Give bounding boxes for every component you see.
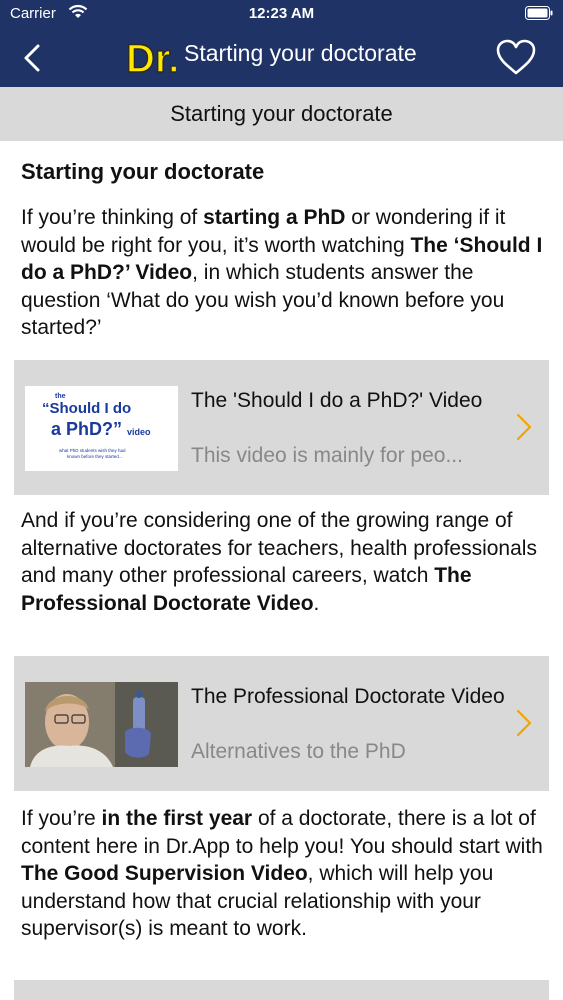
header: Carrier 12:23 AM Dr. Starting your docto… [0,0,563,87]
para3-bold-video-title: The Good Supervision Video [21,862,308,885]
svg-text:known before they started...: known before they started... [67,454,123,459]
back-chevron-icon[interactable] [18,40,46,76]
para2-text: And if you’re considering one of the gro… [21,507,546,617]
intro-paragraph: If you’re thinking of starting a PhD or … [21,204,546,342]
navigation-bar: Dr. Starting your doctorate [0,30,563,87]
video-card-professional-doctorate[interactable]: The Professional Doctorate Video Alterna… [14,656,549,791]
svg-text:the: the [55,393,66,400]
video-card-next-partial[interactable] [14,980,549,1000]
video-card-subtitle: This video is mainly for peo... [191,444,463,467]
intro-bold-starting-phd: starting a PhD [203,206,346,229]
paragraph-professional-doctorate: And if you’re considering one of the gro… [21,507,546,617]
svg-text:video: video [127,427,151,437]
battery-icon [525,6,553,20]
section-subheader: Starting your doctorate [0,87,563,141]
para3-text: If you’re in the first year of a doctora… [21,805,546,943]
chevron-right-icon [516,709,532,737]
para3-text-span: If you’re [21,807,102,830]
nav-title: Starting your doctorate [184,40,417,66]
svg-text:what PhD students wish they ha: what PhD students wish they had [59,448,126,453]
chevron-right-icon [516,413,532,441]
paragraph-first-year: If you’re in the first year of a doctora… [21,805,546,943]
section-heading: Starting your doctorate [21,159,265,184]
video-card-should-i-do-phd[interactable]: the “Should I do a PhD?” video what PhD … [14,360,549,495]
video-card-title: The Professional Doctorate Video [191,685,505,708]
svg-text:Dr.: Dr. [126,37,176,78]
video-card-subtitle: Alternatives to the PhD [191,740,406,763]
video-thumbnail-should-i-do-phd: the “Should I do a PhD?” video what PhD … [25,386,178,471]
para2-text-span: . [313,591,320,615]
svg-text:a PhD?”: a PhD?” [51,419,122,439]
dr-app-logo: Dr. [126,36,176,78]
clock: 12:23 AM [248,5,315,22]
article-content: Starting your doctorate If you’re thinki… [21,141,546,342]
intro-text: If you’re thinking of [21,206,204,229]
favorite-heart-icon[interactable] [495,38,537,78]
video-card-title: The 'Should I do a PhD?' Video [191,389,483,412]
svg-text:“Should I do: “Should I do [42,400,131,417]
video-thumbnail-professional-doctorate [25,682,178,767]
status-bar: Carrier 12:23 AM [0,0,563,30]
para3-bold-first-year: in the first year [101,807,253,830]
